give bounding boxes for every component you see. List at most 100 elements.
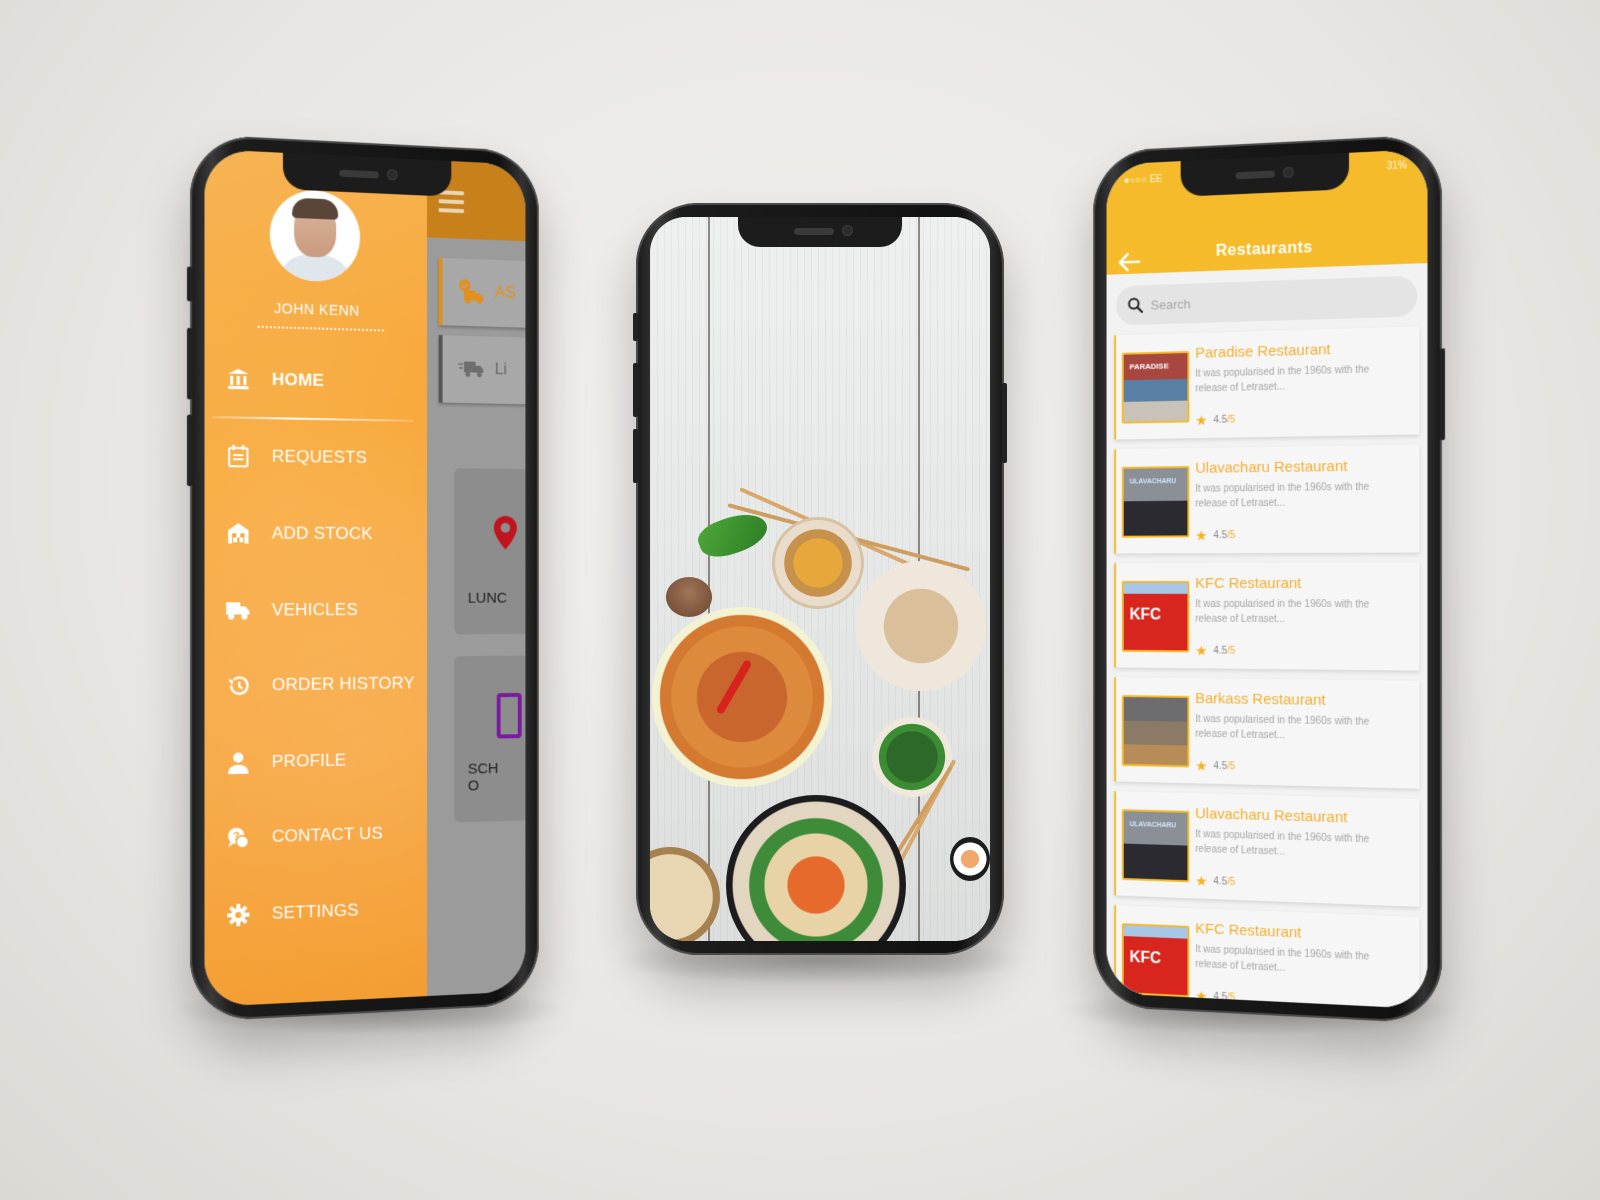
- box-icon: [496, 692, 522, 739]
- restaurant-name[interactable]: Ulavacharu Restaurant: [1195, 805, 1347, 826]
- power-button: [1439, 348, 1446, 441]
- card-label: Li: [494, 361, 507, 379]
- storefront-sign: ULAVACHARU: [1129, 478, 1177, 486]
- rating-value: 4.5: [1213, 645, 1227, 657]
- restaurant-description: It was popularised in the 1960s with the…: [1195, 364, 1370, 395]
- menu-label: VEHICLES: [271, 600, 358, 620]
- live-card[interactable]: Li: [438, 335, 526, 405]
- power-button: [1002, 383, 1007, 463]
- chat-question-icon: ?: [225, 825, 252, 850]
- star-icon: ★: [1195, 412, 1208, 429]
- restaurant-name[interactable]: KFC Restaurant: [1195, 920, 1301, 941]
- star-icon: ★: [1195, 872, 1208, 889]
- page-title: Restaurants: [1215, 239, 1313, 260]
- menu-item-contact-us[interactable]: ? CONTACT US: [225, 819, 383, 854]
- restaurant-card[interactable]: PARADISE Paradise Restaurant It was popula…: [1114, 326, 1420, 440]
- side-button: [633, 313, 638, 341]
- volume-up-button: [186, 327, 193, 400]
- assigned-card[interactable]: AS: [438, 257, 526, 328]
- home-screen-behind-drawer: AS Li LUNC SCH O: [427, 159, 526, 997]
- menu-label: REQUESTS: [271, 446, 368, 467]
- battery-status: 31%: [1386, 160, 1407, 173]
- lunch-tile[interactable]: LUNC: [454, 468, 526, 635]
- restaurant-description: It was popularised in the 1960s with the…: [1195, 481, 1370, 510]
- active-item-underline: [212, 416, 414, 422]
- rating-value: 4.5: [1213, 414, 1227, 426]
- restaurant-name[interactable]: Paradise Restaurant: [1195, 341, 1330, 362]
- search-input[interactable]: [1150, 290, 1349, 313]
- restaurant-description: It was popularised in the 1960s with the…: [1195, 828, 1370, 858]
- star-icon: ★: [1195, 757, 1208, 774]
- avatar[interactable]: [269, 188, 361, 283]
- restaurant-rating: ★ 4.5/5: [1195, 412, 1235, 430]
- restaurant-name[interactable]: Ulavacharu Restaurant: [1195, 458, 1347, 477]
- carrier-status: ●○○○ EE: [1123, 173, 1163, 187]
- restaurant-card[interactable]: Barkass Restaurant It was popularised in …: [1114, 677, 1420, 789]
- restaurant-card[interactable]: ULAVACHARU Ulavacharu Restaurant It was po…: [1114, 444, 1420, 554]
- navigation-drawer: JOHN KENN HOME REQUESTS ADD STOCK VEHICL…: [204, 148, 428, 1008]
- rating-max: /5: [1226, 876, 1236, 888]
- svg-text:?: ?: [233, 831, 240, 843]
- restaurant-list: PARADISE Paradise Restaurant It was popula…: [1114, 326, 1420, 1010]
- right-phone: ●○○○ EE 31% Restaurants PARADISE Paradise…: [1093, 133, 1446, 1025]
- restaurant-card[interactable]: KFC KFC Restaurant It was popularised in t…: [1114, 905, 1420, 1010]
- gear-icon: [225, 902, 252, 927]
- splash-screen: [650, 217, 990, 941]
- restaurant-name[interactable]: KFC Restaurant: [1195, 575, 1301, 592]
- notch: [1180, 152, 1350, 197]
- restaurant-thumbnail: KFC: [1121, 580, 1190, 653]
- calendar-list-icon: [225, 444, 252, 469]
- truck-fast-icon: [458, 361, 484, 378]
- menu-label: ORDER HISTORY: [271, 673, 415, 695]
- volume-up-button: [633, 363, 638, 417]
- sushi: [950, 837, 990, 881]
- map-pin-icon: [493, 515, 517, 550]
- star-icon: ★: [1195, 987, 1208, 1005]
- notch: [282, 152, 452, 197]
- restaurant-description: It was popularised in the 1960s with the…: [1195, 713, 1370, 742]
- schedule-tile[interactable]: SCH O: [454, 655, 526, 823]
- volume-down-button: [186, 414, 193, 487]
- rating-max: /5: [1226, 645, 1236, 657]
- card-label: AS: [494, 284, 516, 302]
- storefront-sign: ULAVACHARU: [1129, 821, 1177, 830]
- left-phone-screen: AS Li LUNC SCH O JOHN KENN HOME REQUESTS…: [204, 148, 526, 1008]
- hamburger-menu-icon[interactable]: [438, 190, 464, 215]
- restaurant-thumbnail: [1121, 695, 1190, 768]
- restaurant-thumbnail: PARADISE: [1121, 351, 1190, 424]
- menu-item-add-stock[interactable]: ADD STOCK: [225, 518, 373, 549]
- menu-item-order-history[interactable]: ORDER HISTORY: [225, 668, 415, 701]
- restaurant-card[interactable]: KFC KFC Restaurant It was popularised in t…: [1114, 562, 1420, 671]
- search-bar[interactable]: [1116, 275, 1418, 326]
- restaurant-rating: ★ 4.5/5: [1195, 527, 1235, 544]
- restaurant-thumbnail: ULAVACHARU: [1121, 809, 1190, 883]
- card-accent-bar: [438, 335, 443, 403]
- restaurant-name[interactable]: Barkass Restaurant: [1195, 690, 1325, 709]
- menu-item-vehicles[interactable]: VEHICLES: [225, 595, 358, 626]
- tile-label: LUNC: [467, 589, 508, 607]
- restaurant-card[interactable]: ULAVACHARU Ulavacharu Restaurant It was po…: [1114, 791, 1420, 907]
- search-icon: [1128, 297, 1143, 313]
- mushroom: [666, 577, 712, 617]
- menu-item-requests[interactable]: REQUESTS: [225, 441, 367, 473]
- bank-icon: [225, 367, 252, 392]
- menu-item-settings[interactable]: SETTINGS: [225, 895, 359, 930]
- storefront-sign: PARADISE: [1129, 361, 1169, 372]
- restaurants-screen: ●○○○ EE 31% Restaurants PARADISE Paradise…: [1106, 148, 1428, 1010]
- restaurant-rating: ★ 4.5/5: [1195, 642, 1235, 659]
- star-icon: ★: [1195, 527, 1208, 544]
- storefront-sign: KFC: [1129, 606, 1162, 624]
- rating-value: 4.5: [1213, 760, 1227, 773]
- menu-item-profile[interactable]: PROFILE: [225, 745, 346, 778]
- restaurant-rating: ★ 4.5/5: [1195, 758, 1235, 776]
- card-accent-bar: [438, 257, 443, 326]
- restaurant-rating: ★ 4.5/5: [1195, 988, 1235, 1007]
- rating-value: 4.5: [1213, 530, 1227, 542]
- rating-max: /5: [1226, 414, 1236, 426]
- rating-max: /5: [1226, 992, 1236, 1004]
- menu-item-home[interactable]: HOME: [225, 363, 324, 396]
- menu-label: ADD STOCK: [271, 523, 373, 544]
- restaurant-list-container: PARADISEParadise RestaurantIt was popula…: [1106, 263, 1428, 1010]
- dotted-divider: [257, 325, 384, 332]
- side-button: [186, 266, 193, 302]
